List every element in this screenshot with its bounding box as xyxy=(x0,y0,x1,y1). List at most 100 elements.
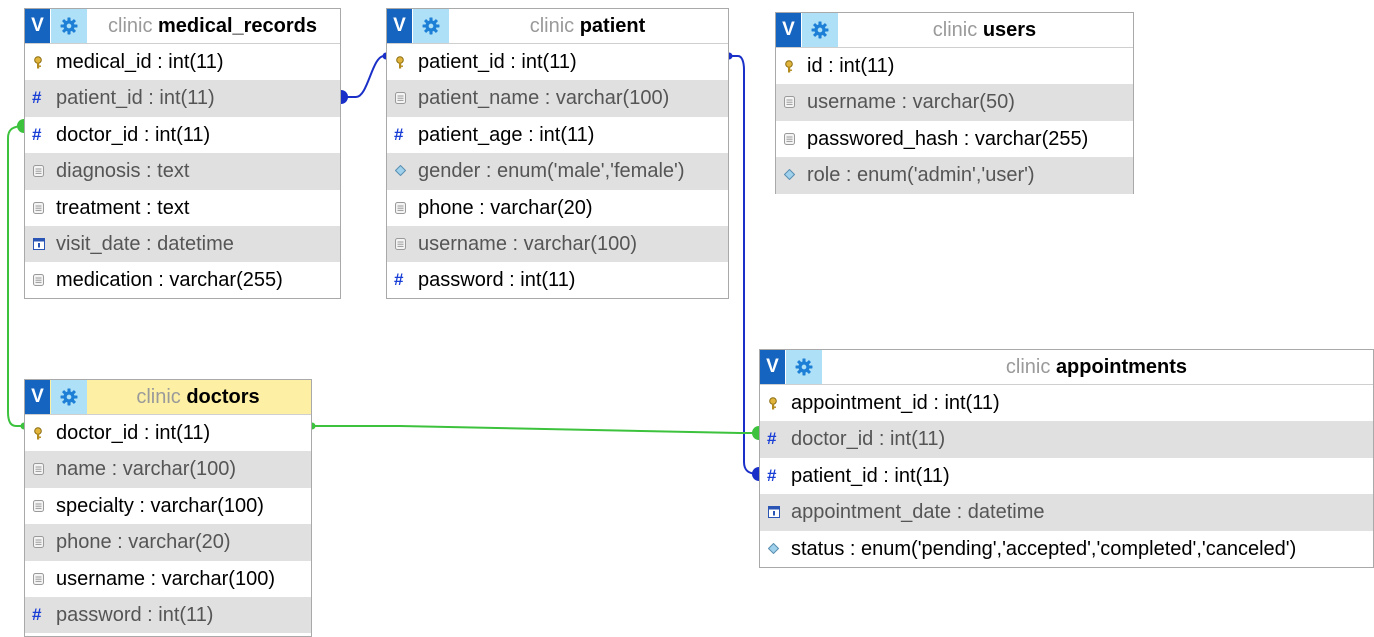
hash-icon: # xyxy=(394,124,404,144)
table-medical-records[interactable]: Vclinic medical_records medical_id : int(… xyxy=(24,8,341,299)
toggle-button[interactable]: V xyxy=(25,380,50,414)
table-row[interactable]: id : int(11) xyxy=(776,48,1133,84)
table-doctors[interactable]: Vclinic doctors doctor_id : int(11) name :… xyxy=(24,379,312,637)
table-row[interactable]: role : enum('admin','user') xyxy=(776,157,1133,194)
column-label: username : varchar(50) xyxy=(807,91,1015,114)
column-label: patient_id : int(11) xyxy=(56,87,215,110)
column-label: patient_id : int(11) xyxy=(418,51,577,73)
toggle-button[interactable]: V xyxy=(387,9,412,43)
gear-icon[interactable] xyxy=(802,13,838,47)
table-row[interactable]: # doctor_id : int(11) xyxy=(760,421,1373,458)
table-header[interactable]: Vclinic users xyxy=(776,13,1133,48)
database-name: clinic xyxy=(1005,356,1051,378)
table-row[interactable]: phone : varchar(20) xyxy=(25,524,311,561)
link-end-medical-records-patient xyxy=(341,90,348,104)
table-row[interactable]: username : varchar(100) xyxy=(387,225,728,263)
table-appointments[interactable]: Vclinic appointments appointment_id : int… xyxy=(759,349,1374,568)
table-row[interactable]: diagnosis : text xyxy=(25,153,340,190)
table-row[interactable]: medication : varchar(255) xyxy=(25,262,340,298)
column-label: doctor_id : int(11) xyxy=(791,428,946,451)
gear-icon[interactable] xyxy=(786,350,822,384)
key-icon xyxy=(33,44,47,80)
text-icon xyxy=(395,80,409,116)
text-icon xyxy=(395,190,409,226)
column-label: id : int(11) xyxy=(807,55,895,77)
table-name: patient xyxy=(579,15,646,37)
column-label: doctor_id : int(11) xyxy=(56,422,211,444)
table-row[interactable]: appointment_date : datetime xyxy=(760,494,1373,531)
column-label: treatment : text xyxy=(56,196,190,219)
table-name: doctors xyxy=(186,386,260,408)
link-end-appointments-patient xyxy=(752,467,759,481)
table-row[interactable]: medical_id : int(11) xyxy=(25,44,340,80)
enum-icon xyxy=(395,153,409,189)
column-label: gender : enum('male','female') xyxy=(418,160,685,183)
column-label: patient_age : int(11) xyxy=(418,123,595,146)
link-end-appointments-doctor xyxy=(752,426,759,440)
hash-icon: # xyxy=(394,270,404,290)
table-row[interactable]: patient_name : varchar(100) xyxy=(387,80,728,117)
table-row[interactable]: appointment_id : int(11) xyxy=(760,385,1373,421)
table-title: clinic users xyxy=(840,13,1129,47)
column-label: passwored_hash : varchar(255) xyxy=(807,127,1089,150)
toggle-button[interactable]: V xyxy=(776,13,801,47)
table-row[interactable]: # doctor_id : int(11) xyxy=(25,117,340,153)
table-row[interactable]: gender : enum('male','female') xyxy=(387,153,728,190)
column-label: password : int(11) xyxy=(418,269,576,292)
link-doctors-appointments xyxy=(311,425,758,434)
table-row[interactable]: # patient_id : int(11) xyxy=(760,458,1373,494)
table-title: clinic medical_records xyxy=(89,9,336,43)
table-row[interactable]: status : enum('pending','accepted','comp… xyxy=(760,531,1373,567)
table-header[interactable]: Vclinic patient xyxy=(387,9,728,44)
text-icon xyxy=(33,524,47,560)
column-label: phone : varchar(20) xyxy=(56,531,231,554)
gear-icon[interactable] xyxy=(51,9,87,43)
table-row[interactable]: # patient_age : int(11) xyxy=(387,117,728,153)
text-icon xyxy=(33,451,47,487)
text-icon xyxy=(784,84,798,120)
table-row[interactable]: name : varchar(100) xyxy=(25,451,311,488)
table-users[interactable]: Vclinic users id : int(11) username : varc… xyxy=(775,12,1134,194)
link-patient-appointments xyxy=(728,55,759,475)
toggle-button[interactable]: V xyxy=(25,9,50,43)
key-icon xyxy=(395,44,409,80)
text-icon xyxy=(33,190,47,226)
table-header[interactable]: Vclinic doctors xyxy=(25,380,311,415)
table-row[interactable]: patient_id : int(11) xyxy=(387,44,728,80)
table-row[interactable]: # password : int(11) xyxy=(387,262,728,298)
toggle-button[interactable]: V xyxy=(760,350,785,384)
column-label: patient_id : int(11) xyxy=(791,464,950,487)
table-row[interactable]: # patient_id : int(11) xyxy=(25,80,340,117)
key-icon xyxy=(768,385,782,421)
column-label: medical_id : int(11) xyxy=(56,51,224,73)
table-row[interactable]: visit_date : datetime xyxy=(25,225,340,263)
enum-icon xyxy=(768,531,782,567)
table-row[interactable]: passwored_hash : varchar(255) xyxy=(776,121,1133,157)
table-header[interactable]: Vclinic appointments xyxy=(760,350,1373,385)
table-row[interactable]: username : varchar(100) xyxy=(25,561,311,597)
column-label: doctor_id : int(11) xyxy=(56,123,211,146)
table-row[interactable]: specialty : varchar(100) xyxy=(25,488,311,524)
hash-icon: # xyxy=(767,429,777,449)
table-row[interactable]: treatment : text xyxy=(25,190,340,226)
column-label: appointment_date : datetime xyxy=(791,501,1045,524)
table-row[interactable]: doctor_id : int(11) xyxy=(25,415,311,451)
column-label: username : varchar(100) xyxy=(56,567,275,590)
column-label: phone : varchar(20) xyxy=(418,196,593,219)
gear-icon[interactable] xyxy=(51,380,87,414)
table-row[interactable]: username : varchar(50) xyxy=(776,84,1133,121)
table-header[interactable]: Vclinic medical_records xyxy=(25,9,340,44)
date-icon xyxy=(33,226,47,262)
table-row[interactable]: phone : varchar(20) xyxy=(387,190,728,226)
column-label: medication : varchar(255) xyxy=(56,269,283,292)
text-icon xyxy=(33,488,47,524)
date-icon xyxy=(768,494,782,530)
database-name: clinic xyxy=(529,15,575,37)
table-patient[interactable]: Vclinic patient patient_id : int(11) patie… xyxy=(386,8,729,299)
table-row[interactable]: # password : int(11) xyxy=(25,596,311,634)
text-icon xyxy=(33,561,47,597)
gear-icon[interactable] xyxy=(413,9,449,43)
column-label: role : enum('admin','user') xyxy=(807,164,1035,187)
link-doctors-medical-records xyxy=(7,125,25,427)
table-title: clinic doctors xyxy=(89,380,307,414)
